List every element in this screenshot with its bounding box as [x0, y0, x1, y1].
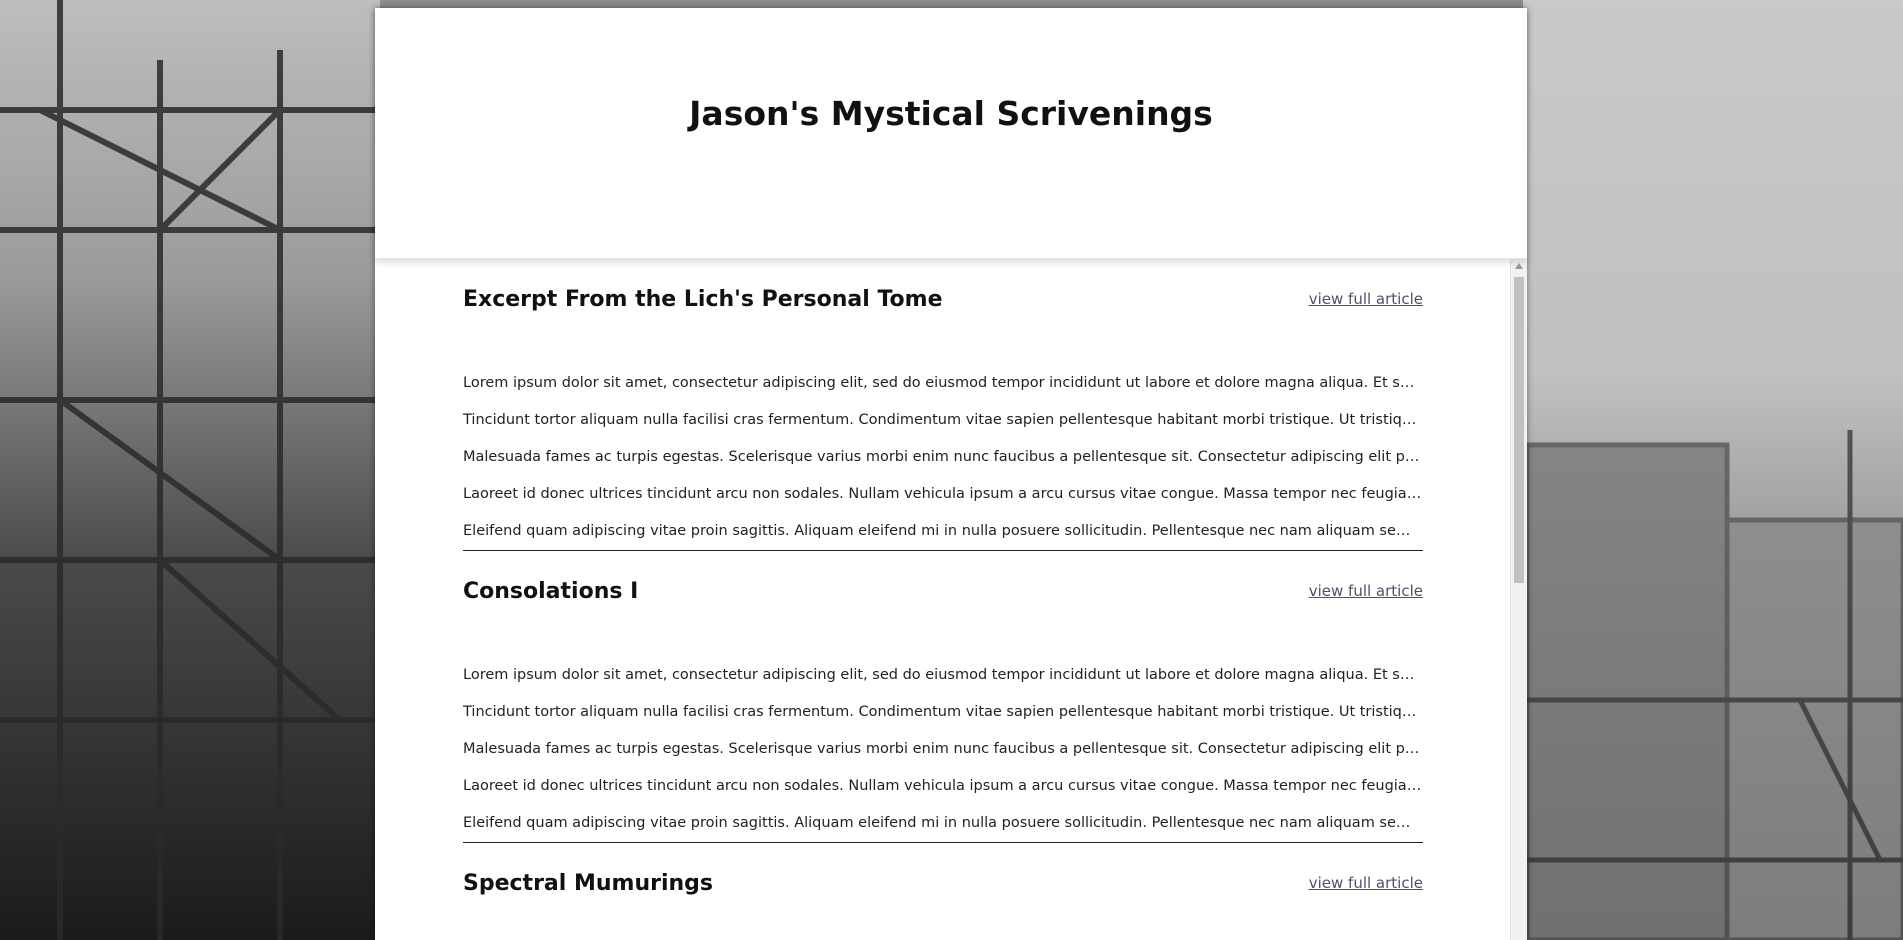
excerpt-line: Tincidunt tortor aliquam nulla facilisi … — [463, 704, 1423, 720]
article-card: Excerpt From the Lich's Personal Tome vi… — [463, 287, 1423, 551]
excerpt-line: Eleifend quam adipiscing vitae proin sag… — [463, 815, 1423, 831]
excerpt-line: Laoreet id donec ultrices tincidunt arcu… — [463, 486, 1423, 502]
excerpt-line: Eleifend quam adipiscing vitae proin sag… — [463, 523, 1423, 539]
site-title: Jason's Mystical Scrivenings — [689, 93, 1213, 133]
articles-scroll-area[interactable]: Excerpt From the Lich's Personal Tome vi… — [375, 259, 1511, 940]
article-list: Excerpt From the Lich's Personal Tome vi… — [463, 259, 1423, 940]
article-header: Consolations I view full article — [463, 579, 1423, 657]
article-list-page: Jason's Mystical Scrivenings Excerpt Fro… — [375, 8, 1527, 940]
site-header: Jason's Mystical Scrivenings — [375, 8, 1527, 259]
article-title: Spectral Mumurings — [463, 871, 714, 896]
scrollbar-thumb[interactable] — [1514, 277, 1524, 583]
excerpt-line: Malesuada fames ac turpis egestas. Scele… — [463, 741, 1423, 757]
scroll-up-arrow-icon[interactable] — [1515, 263, 1523, 269]
view-full-article-link[interactable]: view full article — [1309, 579, 1423, 603]
excerpt-line: Malesuada fames ac turpis egestas. Scele… — [463, 449, 1423, 465]
article-excerpt: Lorem ipsum dolor sit amet, consectetur … — [463, 365, 1423, 550]
vertical-scrollbar[interactable] — [1510, 259, 1527, 940]
excerpt-line: Lorem ipsum dolor sit amet, consectetur … — [463, 375, 1423, 391]
article-header: Spectral Mumurings view full article — [463, 871, 1423, 940]
article-excerpt: Lorem ipsum dolor sit amet, consectetur … — [463, 657, 1423, 842]
excerpt-line: Laoreet id donec ultrices tincidunt arcu… — [463, 778, 1423, 794]
article-header: Excerpt From the Lich's Personal Tome vi… — [463, 287, 1423, 365]
article-card: Consolations I view full article Lorem i… — [463, 579, 1423, 843]
article-title: Consolations I — [463, 579, 639, 604]
article-card: Spectral Mumurings view full article — [463, 871, 1423, 940]
excerpt-line: Tincidunt tortor aliquam nulla facilisi … — [463, 412, 1423, 428]
article-title: Excerpt From the Lich's Personal Tome — [463, 287, 943, 312]
view-full-article-link[interactable]: view full article — [1309, 871, 1423, 895]
excerpt-line: Lorem ipsum dolor sit amet, consectetur … — [463, 667, 1423, 683]
view-full-article-link[interactable]: view full article — [1309, 287, 1423, 311]
